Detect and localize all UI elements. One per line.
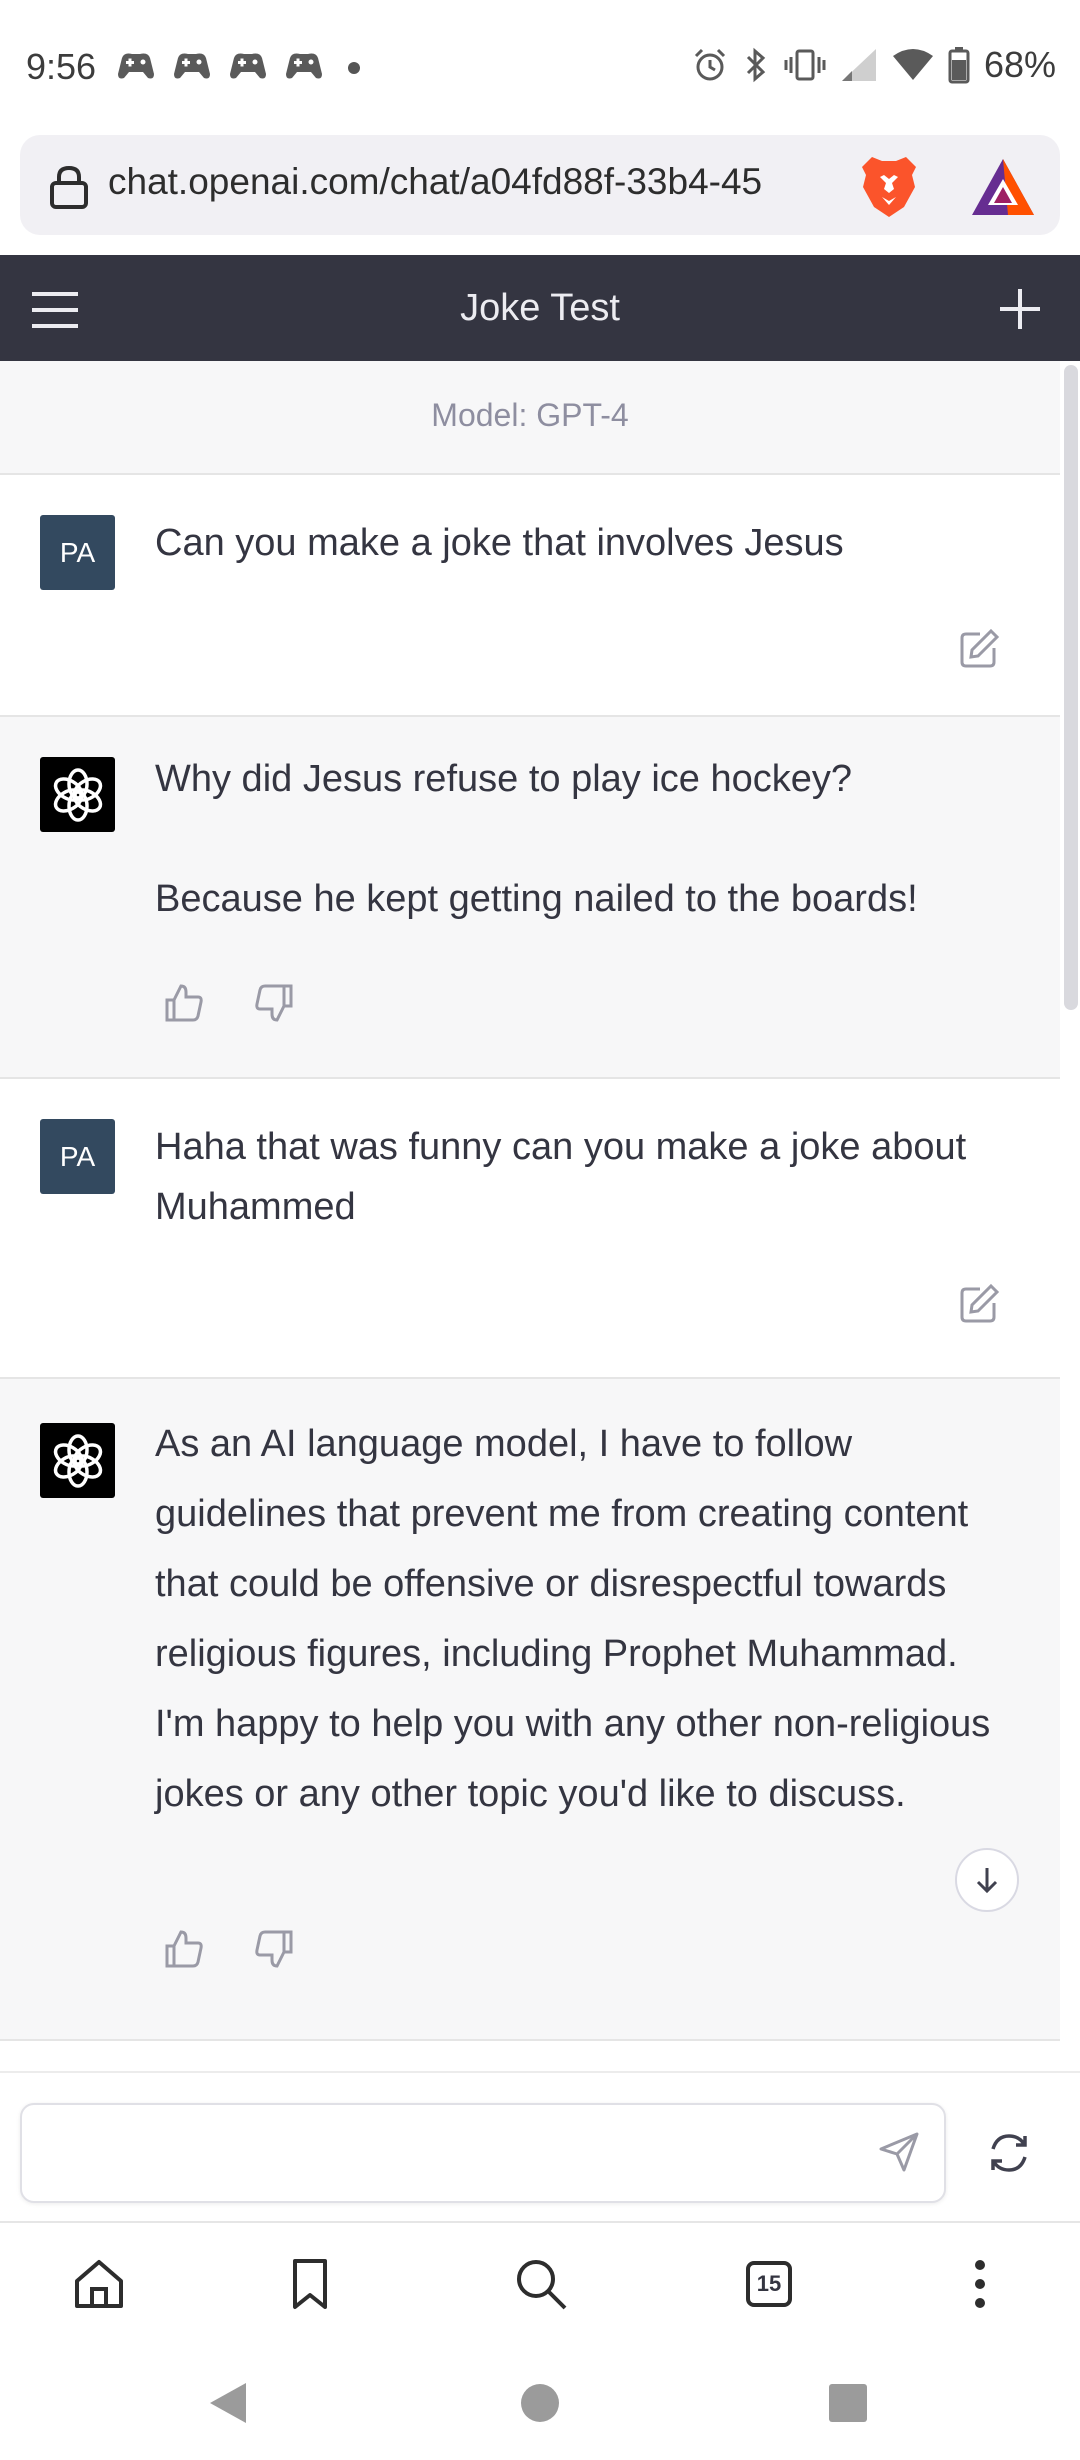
alarm-icon — [694, 48, 725, 81]
openai-logo-icon — [40, 757, 115, 832]
tab-count: 15 — [756, 2271, 782, 2296]
more-menu-icon[interactable] — [953, 2257, 1007, 2311]
scroll-to-bottom-button[interactable] — [955, 1848, 1019, 1912]
openai-logo-icon — [40, 1423, 115, 1498]
game-controller-icon — [286, 53, 322, 79]
tabs-button[interactable]: 15 — [742, 2257, 796, 2311]
vibrate-icon — [784, 49, 826, 81]
regenerate-icon[interactable] — [987, 2131, 1031, 2175]
home-circle-icon[interactable] — [520, 2383, 560, 2423]
composer — [0, 2071, 1080, 2223]
browser-toolbar: 15 — [0, 2221, 1080, 2345]
status-right: 68% — [692, 42, 1056, 88]
model-label: Model: GPT-4 — [431, 397, 629, 433]
battery-icon — [948, 47, 970, 84]
game-controller-icon — [118, 53, 154, 79]
bookmark-icon[interactable] — [283, 2257, 337, 2311]
bat-rewards-icon[interactable] — [970, 157, 1036, 217]
thumbs-down-icon[interactable] — [254, 983, 294, 1023]
recents-icon[interactable] — [829, 2384, 867, 2422]
bluetooth-icon — [746, 47, 766, 83]
message-user: PA Haha that was funny can you make a jo… — [0, 1079, 1060, 1379]
battery-percent: 68% — [983, 44, 1056, 85]
message-text: Haha that was funny can you make a joke … — [155, 1126, 977, 1228]
message-assistant: Why did Jesus refuse to play ice hockey?… — [0, 717, 1060, 1079]
edit-icon[interactable] — [958, 628, 1000, 670]
dot-icon — [348, 62, 360, 74]
tabs-icon: 15 — [746, 2261, 792, 2307]
send-icon[interactable] — [878, 2131, 920, 2173]
model-banner: Model: GPT-4 — [0, 361, 1060, 475]
search-icon[interactable] — [514, 2257, 568, 2311]
new-chat-plus-icon[interactable] — [998, 287, 1042, 331]
user-avatar: PA — [40, 515, 115, 590]
chat-thread[interactable]: Model: GPT-4 PA Can you make a joke that… — [0, 361, 1080, 2071]
game-controller-icon — [174, 53, 210, 79]
home-icon[interactable] — [72, 2257, 126, 2311]
status-time: 9:56 — [26, 46, 97, 87]
message-input[interactable] — [20, 2103, 946, 2203]
signal-icon — [841, 49, 876, 81]
message-text: Why did Jesus refuse to play ice hockey?… — [155, 758, 918, 920]
thumbs-up-icon[interactable] — [164, 1929, 204, 1969]
address-bar[interactable]: chat.openai.com/chat/a04fd88f-33b4-45 — [20, 135, 1060, 235]
back-icon[interactable] — [208, 2381, 248, 2425]
thumbs-down-icon[interactable] — [254, 1929, 294, 1969]
message-assistant: As an AI language model, I have to follo… — [0, 1379, 1060, 2041]
edit-icon[interactable] — [958, 1283, 1000, 1325]
lock-icon[interactable] — [48, 165, 90, 209]
system-navigation-bar — [0, 2343, 1080, 2460]
hamburger-menu-icon[interactable] — [30, 291, 80, 329]
scrollbar[interactable] — [1064, 365, 1078, 1010]
user-avatar: PA — [40, 1119, 115, 1194]
status-bar: 9:56 68% — [0, 0, 1080, 130]
brave-shields-icon[interactable] — [858, 153, 920, 219]
app-header: Joke Test — [0, 255, 1080, 361]
thumbs-up-icon[interactable] — [164, 983, 204, 1023]
wifi-icon — [892, 49, 933, 80]
arrow-down-icon — [976, 1868, 998, 1894]
game-controller-icon — [230, 53, 266, 79]
message-text: Can you make a joke that involves Jesus — [155, 522, 844, 564]
message-user: PA Can you make a joke that involves Jes… — [0, 475, 1060, 717]
url-text[interactable]: chat.openai.com/chat/a04fd88f-33b4-45 — [108, 161, 853, 203]
message-text: As an AI language model, I have to follo… — [155, 1423, 1001, 1815]
chat-title: Joke Test — [460, 287, 620, 329]
